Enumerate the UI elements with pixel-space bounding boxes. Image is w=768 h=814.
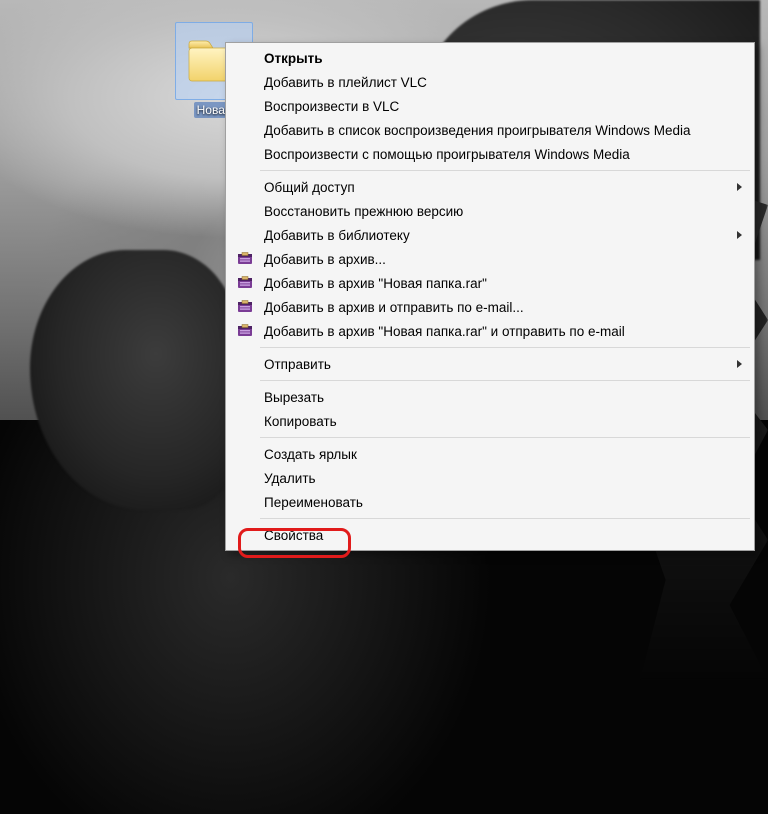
menu-rar-add[interactable]: Добавить в архив... bbox=[228, 247, 752, 271]
menu-create-shortcut[interactable]: Создать ярлык bbox=[228, 442, 752, 466]
menu-rar-add-named[interactable]: Добавить в архив "Новая папка.rar" bbox=[228, 271, 752, 295]
menu-rar-add-named-email[interactable]: Добавить в архив "Новая папка.rar" и отп… bbox=[228, 319, 752, 343]
menu-add-wmp-playlist[interactable]: Добавить в список воспроизведения проигр… bbox=[228, 118, 752, 142]
menu-open[interactable]: Открыть bbox=[228, 46, 752, 70]
menu-rar-add-email[interactable]: Добавить в архив и отправить по e-mail..… bbox=[228, 295, 752, 319]
winrar-icon bbox=[232, 299, 258, 315]
menu-add-playlist-vlc[interactable]: Добавить в плейлист VLC bbox=[228, 70, 752, 94]
submenu-arrow-icon bbox=[737, 183, 742, 191]
menu-copy[interactable]: Копировать bbox=[228, 409, 752, 433]
winrar-icon bbox=[232, 251, 258, 267]
menu-separator bbox=[260, 518, 750, 519]
winrar-icon bbox=[232, 323, 258, 339]
submenu-arrow-icon bbox=[737, 360, 742, 368]
menu-restore-previous[interactable]: Восстановить прежнюю версию bbox=[228, 199, 752, 223]
menu-share[interactable]: Общий доступ bbox=[228, 175, 752, 199]
wallpaper-shape bbox=[30, 250, 240, 510]
menu-play-vlc[interactable]: Воспроизвести в VLC bbox=[228, 94, 752, 118]
menu-separator bbox=[260, 437, 750, 438]
menu-play-wmp[interactable]: Воспроизвести с помощью проигрывателя Wi… bbox=[228, 142, 752, 166]
menu-delete[interactable]: Удалить bbox=[228, 466, 752, 490]
menu-separator bbox=[260, 347, 750, 348]
menu-send-to[interactable]: Отправить bbox=[228, 352, 752, 376]
submenu-arrow-icon bbox=[737, 231, 742, 239]
menu-cut[interactable]: Вырезать bbox=[228, 385, 752, 409]
menu-add-library[interactable]: Добавить в библиотеку bbox=[228, 223, 752, 247]
menu-properties[interactable]: Свойства bbox=[228, 523, 752, 547]
menu-separator bbox=[260, 380, 750, 381]
menu-rename[interactable]: Переименовать bbox=[228, 490, 752, 514]
menu-separator bbox=[260, 170, 750, 171]
context-menu: Открыть Добавить в плейлист VLC Воспроиз… bbox=[225, 42, 755, 551]
winrar-icon bbox=[232, 275, 258, 291]
